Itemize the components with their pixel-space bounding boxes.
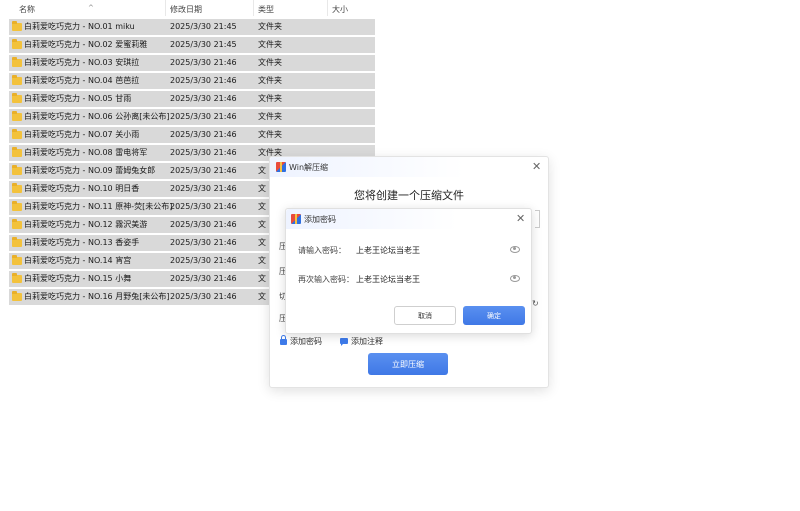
column-divider[interactable] [327,0,328,16]
folder-icon [12,93,22,103]
table-row[interactable]: 白莉爱吃巧克力 - NO.02 爱蜜莉雅 2025/3/30 21:45 文件夹 [9,37,375,53]
folder-icon [12,147,22,157]
password-label: 请输入密码： [298,246,346,255]
table-row[interactable]: 白莉爱吃巧克力 - NO.06 公孙离[未公布] 2025/3/30 21:46 文… [9,109,375,125]
folder-icon [12,273,22,283]
close-icon[interactable]: ✕ [532,161,541,172]
folder-icon [12,57,22,67]
lock-icon [280,335,287,345]
column-name[interactable]: 名称 [19,4,35,15]
comment-icon [340,338,348,346]
confirm-password-label: 再次输入密码： [298,275,354,284]
add-comment-link[interactable]: 添加注释 [340,336,383,347]
dialog-titlebar[interactable]: 添加密码 ✕ [286,209,531,229]
folder-icon [12,111,22,121]
eye-icon[interactable] [510,275,520,282]
eye-icon[interactable] [510,246,520,253]
folder-icon [12,201,22,211]
folder-icon [12,255,22,265]
ok-button[interactable]: 确定 [463,306,525,325]
dialog-title: Win解压缩 [289,163,329,172]
folder-icon [12,291,22,301]
table-row[interactable]: 白莉爱吃巧克力 - NO.03 安琪拉 2025/3/30 21:46 文件夹 [9,55,375,71]
column-header: ^ 名称 修改日期 类型 大小 [0,0,380,16]
column-divider[interactable] [165,0,166,16]
cancel-button[interactable]: 取消 [394,306,456,325]
close-icon[interactable]: ✕ [516,213,525,224]
table-row[interactable]: 白莉爱吃巧克力 - NO.04 芭芭拉 2025/3/30 21:46 文件夹 [9,73,375,89]
add-password-link[interactable]: 添加密码 [280,335,322,347]
password-input[interactable]: 上老王论坛当老王 [356,245,420,256]
dialog-heading: 您将创建一个压缩文件 [354,189,464,202]
table-row[interactable]: 白莉爱吃巧克力 - NO.05 甘雨 2025/3/30 21:46 文件夹 [9,91,375,107]
path-field-edge[interactable] [535,210,540,228]
column-divider[interactable] [253,0,254,16]
password-dialog: 添加密码 ✕ 请输入密码： 上老王论坛当老王 再次输入密码： 上老王论坛当老王 … [285,208,532,334]
folder-icon [12,165,22,175]
dialog-titlebar[interactable]: Win解压缩 ✕ [270,157,548,177]
folder-icon [12,21,22,31]
confirm-password-input[interactable]: 上老王论坛当老王 [356,274,420,285]
column-date[interactable]: 修改日期 [170,4,202,15]
folder-icon [12,39,22,49]
dialog-title: 添加密码 [304,215,336,224]
app-logo-icon [291,214,301,224]
table-row[interactable]: 白莉爱吃巧克力 - NO.01 miku 2025/3/30 21:45 文件夹 [9,19,375,35]
column-size[interactable]: 大小 [332,4,348,15]
folder-icon [12,183,22,193]
refresh-icon[interactable]: ↻ [532,299,539,308]
sort-up-icon: ^ [88,4,94,12]
column-type[interactable]: 类型 [258,4,274,15]
folder-icon [12,129,22,139]
table-row[interactable]: 白莉爱吃巧克力 - NO.07 关小雨 2025/3/30 21:46 文件夹 [9,127,375,143]
folder-icon [12,237,22,247]
folder-icon [12,219,22,229]
compress-now-button[interactable]: 立即压缩 [368,353,448,375]
app-logo-icon [276,162,286,172]
folder-icon [12,75,22,85]
